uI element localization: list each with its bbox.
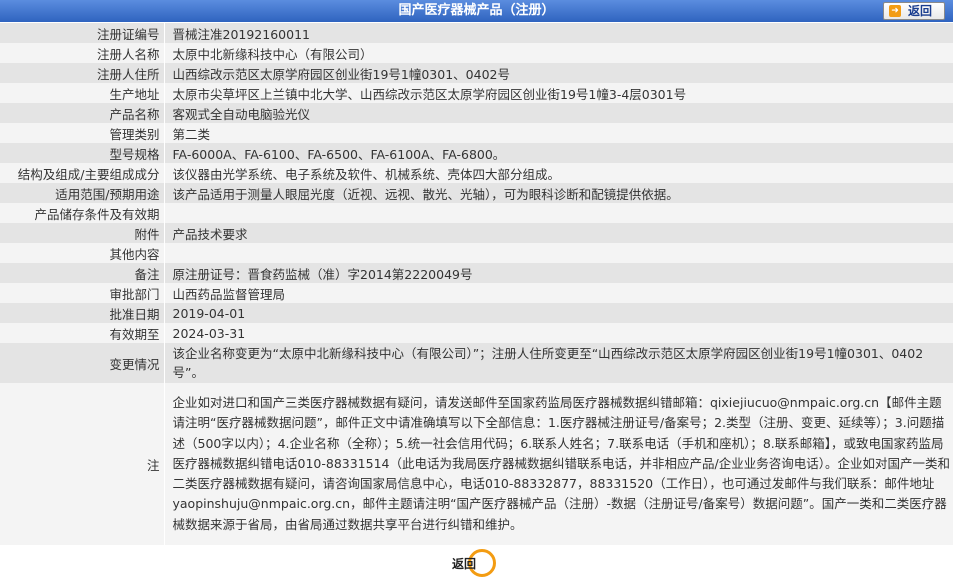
back-button-top[interactable]: ➜ 返回 — [883, 2, 945, 20]
detail-row: 附件 产品技术要求 — [0, 223, 953, 243]
back-button-label: 返回 — [908, 4, 933, 18]
detail-row: 型号规格 FA-6000A、FA-6100、FA-6500、FA-6100A、FA… — [0, 143, 953, 163]
detail-row: 注册人住所 山西综改示范区太原学府园区创业街19号1幢0301、0402号 — [0, 63, 953, 83]
detail-table: 注册证编号 晋械注准20192160011 注册人名称 太原中北新缘科技中心（有限公司… — [0, 23, 953, 545]
field-label: 其他内容 — [0, 243, 165, 263]
field-value: 太原中北新缘科技中心（有限公司） — [164, 43, 953, 63]
field-value: 产品技术要求 — [164, 223, 953, 243]
back-button-bottom[interactable]: 返回 — [448, 548, 496, 578]
detail-row: 产品名称 客观式全自动电脑验光仪 — [0, 103, 953, 123]
page-title: 国产医疗器械产品（注册） — [398, 3, 555, 18]
field-label: 注 — [0, 383, 165, 545]
detail-row: 其他内容 — [0, 243, 953, 263]
field-label: 结构及组成/主要组成成分 — [0, 163, 165, 183]
field-label: 批准日期 — [0, 303, 165, 323]
detail-row: 批准日期 2019-04-01 — [0, 303, 953, 323]
field-label: 产品储存条件及有效期 — [0, 203, 165, 223]
detail-row: 有效期至 2024-03-31 — [0, 323, 953, 343]
field-value: 山西综改示范区太原学府园区创业街19号1幢0301、0402号 — [164, 63, 953, 83]
detail-row: 备注 原注册证号：晋食药监械（准）字2014第2220049号 — [0, 263, 953, 283]
field-label: 审批部门 — [0, 283, 165, 303]
detail-row: 管理类别 第二类 — [0, 123, 953, 143]
detail-row: 产品储存条件及有效期 — [0, 203, 953, 223]
field-value: 晋械注准20192160011 — [164, 23, 953, 43]
field-value: 2024-03-31 — [164, 323, 953, 343]
field-label: 型号规格 — [0, 143, 165, 163]
detail-row: 结构及组成/主要组成成分 该仪器由光学系统、电子系统及软件、机械系统、壳体四大部分… — [0, 163, 953, 183]
field-label: 备注 — [0, 263, 165, 283]
arrow-right-icon: ➜ — [889, 5, 901, 17]
field-label: 附件 — [0, 223, 165, 243]
back-button-bottom-label: 返回 — [452, 557, 477, 571]
detail-row: 适用范围/预期用途 该产品适用于测量人眼屈光度（近视、远视、散光、光轴），可为眼科… — [0, 183, 953, 203]
field-label: 有效期至 — [0, 323, 165, 343]
page: 国产医疗器械产品（注册） ➜ 返回 注册证编号 晋械注准20192160011 注册… — [0, 0, 953, 584]
field-value: 原注册证号：晋食药监械（准）字2014第2220049号 — [164, 263, 953, 283]
field-value: 该产品适用于测量人眼屈光度（近视、远视、散光、光轴），可为眼科诊断和配镜提供依据… — [164, 183, 953, 203]
field-value — [164, 243, 953, 263]
field-value: 该企业名称变更为“太原中北新缘科技中心（有限公司）”；注册人住所变更至“山西综改… — [164, 343, 953, 383]
field-label: 适用范围/预期用途 — [0, 183, 165, 203]
detail-row: 注册证编号 晋械注准20192160011 — [0, 23, 953, 43]
field-value: 第二类 — [164, 123, 953, 143]
field-label: 注册人住所 — [0, 63, 165, 83]
field-value: 2019-04-01 — [164, 303, 953, 323]
field-label: 注册证编号 — [0, 23, 165, 43]
field-value — [164, 203, 953, 223]
field-value: FA-6000A、FA-6100、FA-6500、FA-6100A、FA-680… — [164, 143, 953, 163]
notice-text: 企业如对进口和国产三类医疗器械数据有疑问，请发送邮件至国家药监局医疗器械数据纠错… — [164, 383, 953, 545]
detail-row: 生产地址 太原市尖草坪区上兰镇中北大学、山西综改示范区太原学府园区创业街19号1幢… — [0, 83, 953, 103]
field-value: 客观式全自动电脑验光仪 — [164, 103, 953, 123]
detail-row: 注册人名称 太原中北新缘科技中心（有限公司） — [0, 43, 953, 63]
detail-row-change: 变更情况 该企业名称变更为“太原中北新缘科技中心（有限公司）”；注册人住所变更至“… — [0, 343, 953, 383]
field-label: 注册人名称 — [0, 43, 165, 63]
field-value: 山西药品监督管理局 — [164, 283, 953, 303]
field-label: 变更情况 — [0, 343, 165, 383]
field-label: 生产地址 — [0, 83, 165, 103]
field-label: 管理类别 — [0, 123, 165, 143]
detail-row: 审批部门 山西药品监督管理局 — [0, 283, 953, 303]
field-value: 该仪器由光学系统、电子系统及软件、机械系统、壳体四大部分组成。 — [164, 163, 953, 183]
field-value: 太原市尖草坪区上兰镇中北大学、山西综改示范区太原学府园区创业街19号1幢3-4层… — [164, 83, 953, 103]
title-bar: 国产医疗器械产品（注册） ➜ 返回 — [0, 0, 953, 22]
field-label: 产品名称 — [0, 103, 165, 123]
detail-row-note: 注企业如对进口和国产三类医疗器械数据有疑问，请发送邮件至国家药监局医疗器械数据纠… — [0, 383, 953, 545]
